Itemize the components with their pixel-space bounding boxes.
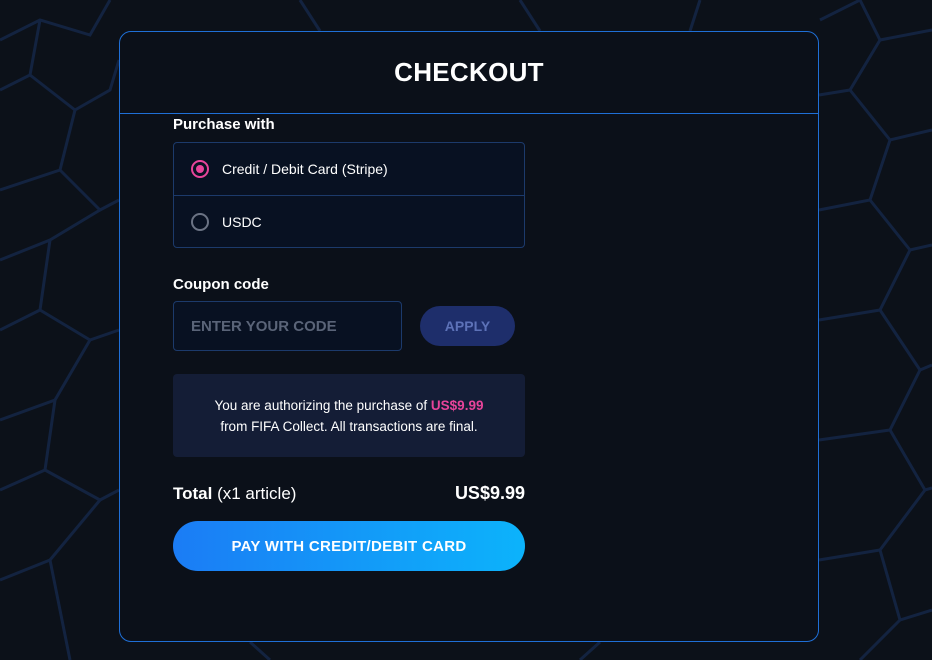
- payment-option-label: USDC: [222, 213, 262, 230]
- radio-checked-icon[interactable]: [191, 160, 209, 178]
- coupon-row: APPLY: [173, 301, 525, 351]
- checkout-content: Purchase with Credit / Debit Card (Strip…: [173, 116, 525, 571]
- notice-price: US$9.99: [430, 397, 484, 413]
- payment-options: Credit / Debit Card (Stripe) USDC: [173, 142, 525, 248]
- total-amount: US$9.99: [454, 483, 525, 503]
- radio-unchecked-icon[interactable]: [191, 212, 209, 231]
- total-detail: (x1 article): [212, 483, 297, 503]
- modal-header: CHECKOUT: [120, 32, 818, 114]
- total-text: Total (x1 article): [173, 484, 296, 504]
- payment-option-card[interactable]: Credit / Debit Card (Stripe): [174, 143, 524, 195]
- notice-prefix: You are authorizing the purchase of: [214, 397, 431, 413]
- notice-line-1: You are authorizing the purchase of US$9…: [215, 395, 484, 416]
- apply-button[interactable]: APPLY: [420, 306, 515, 346]
- pay-button[interactable]: PAY WITH CREDIT/DEBIT CARD: [173, 521, 525, 571]
- notice-line-2: from FIFA Collect. All transactions are …: [220, 418, 478, 434]
- page-title: CHECKOUT: [394, 57, 544, 87]
- coupon-input[interactable]: [173, 301, 402, 351]
- total-row: Total (x1 article) US$9.99: [173, 483, 525, 504]
- total-label: Total: [173, 483, 213, 503]
- coupon-code-label: Coupon code: [173, 276, 269, 293]
- payment-option-label: Credit / Debit Card (Stripe): [222, 161, 388, 177]
- payment-option-usdc[interactable]: USDC: [174, 195, 524, 247]
- authorization-notice: You are authorizing the purchase of US$9…: [173, 374, 525, 457]
- purchase-with-label: Purchase with: [173, 116, 275, 133]
